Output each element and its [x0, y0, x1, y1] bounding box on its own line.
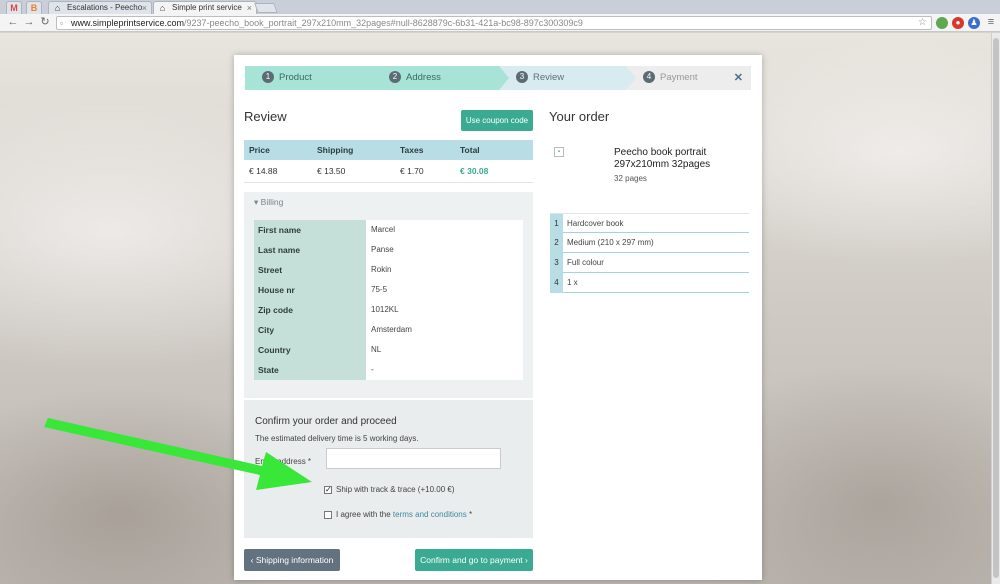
checkout-modal: 1 Product 2 Address 3 Review 4 Payment ✕ Rev…: [234, 55, 762, 580]
checkout-steps: 1 Product 2 Address 3 Review 4 Payment ✕: [245, 66, 751, 90]
terms-checkbox[interactable]: [324, 511, 332, 519]
billing-row: Street Rokin: [254, 260, 523, 280]
confirm-panel: Confirm your order and proceed The estim…: [244, 400, 533, 538]
browser-toolbar: ← → ↻ ▫ www.simpleprintservice.com/9237-…: [0, 14, 1000, 32]
list-item: 41 x: [550, 273, 749, 293]
chevron-down-icon: ▾: [254, 197, 259, 207]
column-header: Total: [455, 140, 533, 160]
column-header: Taxes: [395, 140, 455, 160]
extension-green-icon[interactable]: [936, 17, 948, 29]
chevron-left-icon: ‹: [250, 555, 254, 565]
back-arrow-icon[interactable]: ←: [6, 15, 20, 29]
shipping-information-button[interactable]: ‹ Shipping information: [244, 549, 340, 571]
tab-blogger[interactable]: B: [26, 1, 42, 14]
taxes-value: € 1.70: [395, 160, 455, 183]
price-value: € 14.88: [244, 160, 312, 183]
page-icon: ▫: [60, 18, 64, 28]
new-tab-button[interactable]: [254, 3, 278, 13]
billing-row: Last name Panse: [254, 240, 523, 260]
delivery-notice: The estimated delivery time is 5 working…: [255, 434, 419, 443]
close-tab-icon[interactable]: ×: [142, 2, 147, 14]
email-input[interactable]: [326, 448, 501, 469]
billing-row: First name Marcel: [254, 220, 523, 240]
review-title: Review: [244, 109, 287, 124]
confirm-payment-button[interactable]: Confirm and go to payment ›: [415, 549, 533, 571]
column-header: Shipping: [312, 140, 395, 160]
list-item: 3 Full colour: [550, 253, 749, 273]
billing-row: Country NL: [254, 340, 523, 360]
coupon-button[interactable]: Use coupon code: [461, 110, 533, 131]
gmail-icon: M: [10, 3, 18, 13]
list-item: 2 Medium (210 x 297 mm): [550, 233, 749, 253]
product-pages: 32 pages: [614, 174, 647, 183]
list-item: 1 Hardcover book: [550, 213, 749, 234]
ship-track-label[interactable]: Ship with track & trace (+10.00 €): [336, 485, 455, 494]
total-value: € 30.08: [455, 160, 533, 183]
address-bar[interactable]: ▫ www.simpleprintservice.com/9237-peecho…: [56, 16, 932, 30]
scrollbar[interactable]: [991, 33, 1000, 584]
extension-stop-icon[interactable]: ●: [952, 17, 964, 29]
totals-table: Price Shipping Taxes Total € 14.88 € 13.…: [244, 140, 533, 183]
house-icon: ⌂: [54, 3, 61, 13]
totals-header-row: Price Shipping Taxes Total: [244, 140, 533, 160]
totals-values-row: € 14.88 € 13.50 € 1.70 € 30.08: [244, 160, 533, 183]
confirm-title: Confirm your order and proceed: [255, 416, 397, 427]
tab-gmail[interactable]: M: [6, 1, 22, 14]
billing-row: House nr 75-5: [254, 280, 523, 300]
ship-track-checkbox[interactable]: ✓: [324, 486, 332, 494]
step-product[interactable]: 1 Product: [245, 66, 383, 90]
your-order-title: Your order: [549, 109, 610, 124]
scrollbar-thumb[interactable]: [993, 38, 999, 578]
billing-row: State -: [254, 360, 523, 380]
product-name: Peecho book portrait 297x210mm 32pages: [614, 147, 711, 170]
column-header: Price: [244, 140, 312, 160]
menu-icon[interactable]: ≡: [984, 15, 998, 29]
billing-toggle[interactable]: ▾ Billing: [254, 197, 283, 208]
billing-row: City Amsterdam: [254, 320, 523, 340]
step-payment[interactable]: 4 Payment: [626, 66, 751, 90]
broken-image-icon: ▪: [554, 147, 564, 157]
tab-escalations[interactable]: ⌂ Escalations - Peecho ×: [48, 1, 152, 14]
browser-tabstrip: M B ⌂ Escalations - Peecho × ⌂ Simple pr…: [0, 0, 1000, 14]
step-review[interactable]: 3 Review: [499, 66, 637, 90]
blogger-icon: B: [30, 3, 38, 13]
close-tab-icon[interactable]: ×: [247, 2, 252, 14]
reload-icon[interactable]: ↻: [38, 15, 52, 29]
terms-link[interactable]: terms and conditions: [393, 510, 467, 519]
tab-simple-print-service[interactable]: ⌂ Simple print service ×: [153, 1, 257, 14]
star-icon[interactable]: ☆: [918, 17, 927, 29]
order-specs-list: 1 Hardcover book 2 Medium (210 x 297 mm) 3…: [550, 213, 749, 293]
email-label: Email address *: [255, 457, 312, 466]
extension-user-icon[interactable]: ♟: [968, 17, 980, 29]
close-icon[interactable]: ✕: [734, 66, 743, 90]
house-icon: ⌂: [159, 3, 166, 13]
billing-table: First name Marcel Last name Panse Street Ro…: [254, 220, 523, 380]
terms-label: I agree with the terms and conditions *: [336, 510, 473, 519]
chevron-right-icon: ›: [525, 555, 528, 565]
billing-panel: ▾ Billing First name Marcel Last name Pans…: [244, 192, 533, 398]
shipping-value: € 13.50: [312, 160, 395, 183]
forward-arrow-icon[interactable]: →: [22, 15, 36, 29]
step-address[interactable]: 2 Address: [372, 66, 510, 90]
billing-row: Zip code 1012KL: [254, 300, 523, 320]
